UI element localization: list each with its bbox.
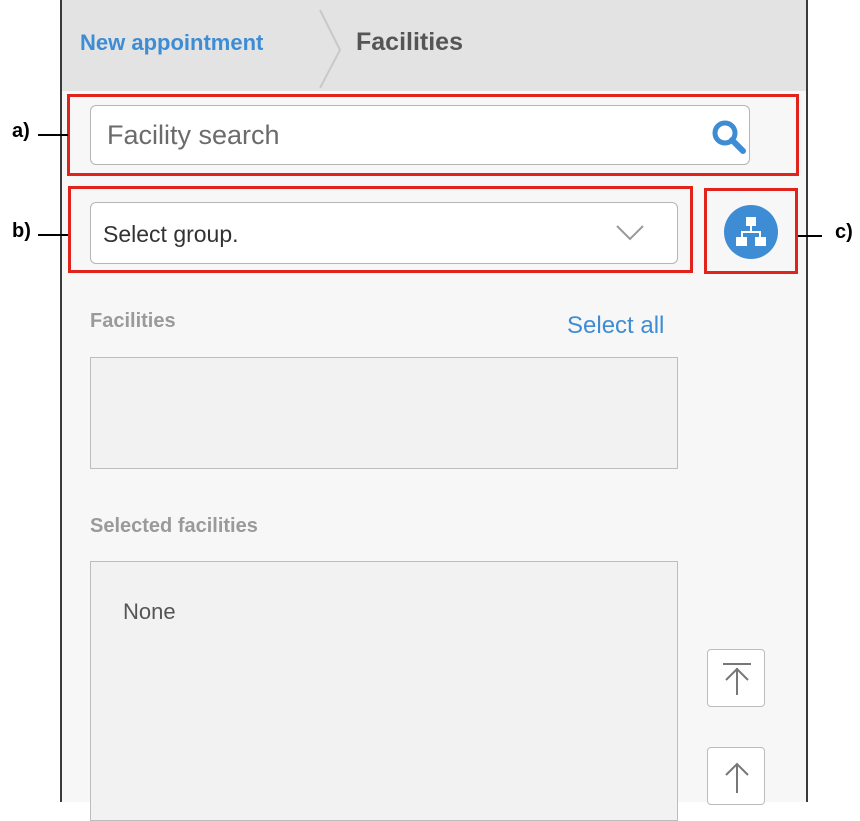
selected-facilities-heading: Selected facilities <box>90 515 258 537</box>
breadcrumb-separator-icon <box>319 9 342 88</box>
callout-box-b <box>68 186 693 273</box>
callout-leader-b <box>38 234 68 236</box>
facilities-list[interactable] <box>90 357 678 469</box>
callout-box-a <box>67 94 799 176</box>
move-up-button[interactable] <box>707 747 765 805</box>
facilities-heading: Facilities <box>90 310 176 332</box>
breadcrumb-current: Facilities <box>356 28 463 56</box>
callout-label-b: b) <box>12 220 31 242</box>
callout-leader-a <box>38 134 68 136</box>
callout-label-c: c) <box>835 221 853 243</box>
selected-facilities-empty-text: None <box>123 599 176 624</box>
selected-facilities-list[interactable]: None <box>90 561 678 821</box>
select-all-link[interactable]: Select all <box>567 312 664 340</box>
callout-label-a: a) <box>12 120 30 142</box>
callout-leader-c <box>798 235 822 237</box>
move-to-top-button[interactable] <box>707 649 765 707</box>
move-up-icon <box>725 762 749 793</box>
move-to-top-icon <box>723 663 751 695</box>
breadcrumb-new-appointment-link[interactable]: New appointment <box>80 30 263 56</box>
callout-box-c <box>704 188 798 274</box>
